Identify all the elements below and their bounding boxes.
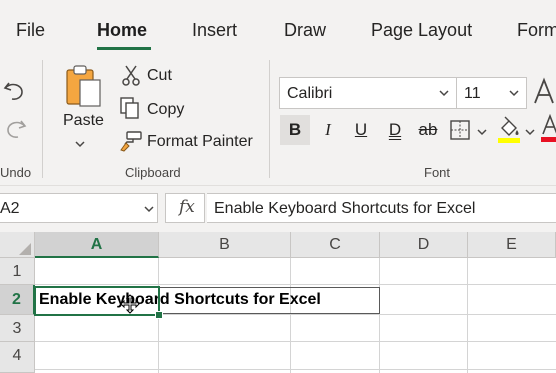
- fill-color-icon[interactable]: [496, 116, 522, 149]
- font-name-value: Calibri: [287, 85, 333, 102]
- borders-icon[interactable]: [450, 120, 470, 145]
- name-box[interactable]: A2: [0, 193, 158, 223]
- copy-button[interactable]: Copy: [147, 101, 184, 119]
- formula-input[interactable]: Enable Keyboard Shortcuts for Excel: [207, 193, 556, 223]
- tab-formulas[interactable]: Form: [517, 20, 556, 41]
- bold-button[interactable]: B: [280, 115, 310, 145]
- gridline: [35, 369, 556, 370]
- row-header-2[interactable]: 2: [0, 285, 35, 315]
- gridline: [290, 258, 291, 373]
- borders-dropdown-chevron-icon[interactable]: [476, 125, 488, 143]
- paste-label[interactable]: Paste: [63, 112, 104, 130]
- ribbon-separator: [269, 60, 270, 178]
- undo-icon[interactable]: [2, 78, 28, 109]
- strikethrough-button[interactable]: ab: [413, 115, 443, 145]
- tab-home[interactable]: Home: [97, 20, 147, 41]
- tab-draw[interactable]: Draw: [284, 20, 326, 41]
- format-painter-button[interactable]: Format Painter: [147, 133, 253, 151]
- fill-color-dropdown-chevron-icon[interactable]: [524, 125, 536, 143]
- scissors-icon[interactable]: [121, 64, 141, 91]
- row-header-1[interactable]: 1: [0, 258, 35, 285]
- redo-icon[interactable]: [2, 116, 28, 147]
- paste-dropdown-chevron-icon[interactable]: [74, 135, 86, 153]
- column-header-a[interactable]: A: [35, 232, 159, 258]
- chevron-down-icon[interactable]: [143, 203, 155, 215]
- fill-handle[interactable]: [155, 311, 163, 319]
- ribbon-tab-bar: File Home Insert Draw Page Layout Form: [0, 0, 556, 55]
- copy-icon[interactable]: [119, 96, 141, 125]
- name-box-value: A2: [0, 200, 20, 217]
- clipboard-group-label: Clipboard: [125, 165, 181, 180]
- gridline: [35, 284, 556, 285]
- active-cell-a2[interactable]: [34, 286, 160, 316]
- ribbon-separator: [42, 60, 43, 178]
- chevron-down-icon: [509, 90, 519, 97]
- formula-value: Enable Keyboard Shortcuts for Excel: [214, 200, 476, 217]
- tab-insert[interactable]: Insert: [192, 20, 237, 41]
- column-header-e[interactable]: E: [468, 232, 556, 258]
- column-header-c[interactable]: C: [291, 232, 380, 258]
- cut-button[interactable]: Cut: [147, 67, 172, 85]
- gridline: [467, 258, 468, 373]
- font-size-value: 11: [464, 85, 481, 102]
- active-tab-indicator: [97, 47, 151, 50]
- font-size-select[interactable]: 11: [456, 77, 527, 109]
- move-cursor-icon: [120, 294, 140, 319]
- font-group-label: Font: [424, 165, 451, 180]
- double-underline-button[interactable]: D: [380, 115, 410, 145]
- paste-icon[interactable]: [64, 64, 102, 113]
- fx-icon: fx: [179, 197, 195, 217]
- underline-button[interactable]: U: [346, 115, 376, 145]
- font-color-icon[interactable]: [541, 113, 556, 149]
- undo-group-label: Undo: [0, 165, 32, 180]
- row-header-3[interactable]: 3: [0, 315, 35, 342]
- increase-font-size-icon[interactable]: [533, 76, 556, 111]
- gridline: [35, 341, 556, 342]
- select-all-triangle-icon: [19, 243, 31, 255]
- tab-page-layout[interactable]: Page Layout: [371, 20, 472, 41]
- chevron-down-icon: [439, 90, 449, 97]
- gridline: [379, 258, 380, 373]
- font-name-select[interactable]: Calibri: [279, 77, 457, 109]
- tab-file[interactable]: File: [16, 20, 45, 41]
- row-header-4[interactable]: 4: [0, 342, 35, 373]
- column-header-d[interactable]: D: [380, 232, 468, 258]
- italic-button[interactable]: I: [313, 115, 343, 145]
- insert-function-button[interactable]: fx: [165, 193, 205, 223]
- column-header-b[interactable]: B: [159, 232, 291, 258]
- format-painter-icon[interactable]: [119, 130, 143, 157]
